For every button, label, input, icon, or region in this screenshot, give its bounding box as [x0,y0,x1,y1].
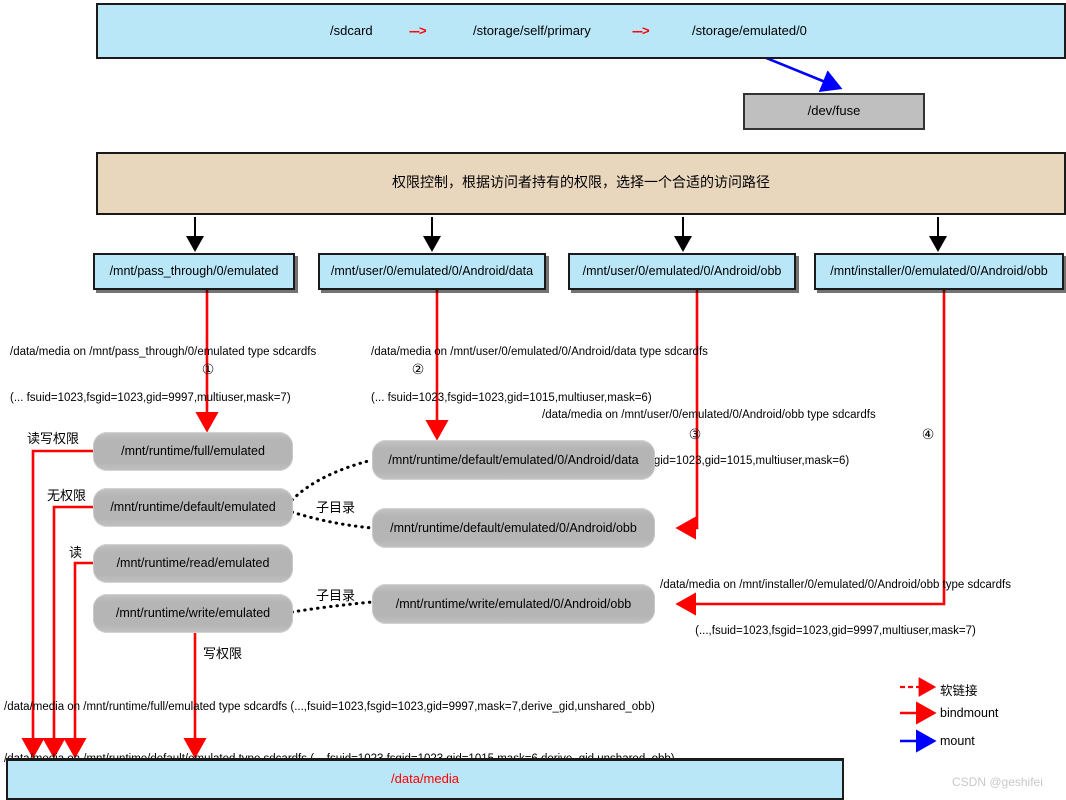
mnt-user-data-label: /mnt/user/0/emulated/0/Android/data [330,264,534,279]
runtime-write-box: /mnt/runtime/write/emulated [93,594,293,633]
runtime-read-label: /mnt/runtime/read/emulated [116,556,270,571]
label-read-write-permission: 读写权限 [27,432,80,447]
storage-self-primary-path: /storage/self/primary [473,22,591,38]
legend-bindmount-label: bindmount [940,706,999,720]
runtime-write-obb-label: /mnt/runtime/write/emulated/0/Android/ob… [395,596,632,611]
mount-note-installer-obb: /data/media on /mnt/installer/0/emulated… [660,548,1011,669]
symlink-arrow-2: ---> [632,22,650,38]
runtime-default-data-box: /mnt/runtime/default/emulated/0/Android/… [372,440,655,480]
runtime-full-label: /mnt/runtime/full/emulated [121,444,265,459]
mount-note-installer-obb-line2: (...,fsuid=1023,fsgid=1023,gid=9997,mult… [695,624,976,637]
runtime-default-label: /mnt/runtime/default/emulated [110,500,276,515]
permission-control-label: 权限控制，根据访问者持有的权限，选择一个合适的访问路径 [392,175,770,192]
label-subdir-2: 子目录 [316,589,356,604]
runtime-write-obb-box: /mnt/runtime/write/emulated/0/Android/ob… [372,584,655,624]
runtime-default-obb-label: /mnt/runtime/default/emulated/0/Android/… [390,520,637,535]
label-read-permission: 读 [69,546,83,561]
runtime-read-box: /mnt/runtime/read/emulated [93,544,293,583]
marker-1: ① [201,361,215,377]
data-media-label: /data/media [391,771,459,787]
dev-fuse-label: /dev/fuse [807,103,861,119]
mount-note-pass-through-line1: /data/media on /mnt/pass_through/0/emula… [10,346,317,359]
data-media-box: /data/media [6,758,844,800]
legend-mount-label: mount [940,734,975,748]
marker-3: ③ [688,426,702,442]
symlink-arrow-1: ---> [409,22,427,38]
mnt-pass-through-box: /mnt/pass_through/0/emulated [93,253,295,290]
mnt-user-data-box: /mnt/user/0/emulated/0/Android/data [318,253,546,290]
watermark: CSDN @geshifei [952,775,1043,789]
runtime-default-box: /mnt/runtime/default/emulated [93,488,293,527]
marker-2: ② [411,361,425,377]
mount-note-user-obb-line1: /data/media on /mnt/user/0/emulated/0/An… [542,409,876,422]
mnt-installer-obb-box: /mnt/installer/0/emulated/0/Android/obb [814,253,1064,290]
dev-fuse-box: /dev/fuse [743,93,925,130]
runtime-full-box: /mnt/runtime/full/emulated [93,432,293,471]
bottom-mount-note-full: /data/media on /mnt/runtime/full/emulate… [4,700,655,713]
runtime-default-obb-box: /mnt/runtime/default/emulated/0/Android/… [372,508,655,548]
diagram-canvas: /sdcard ---> /storage/self/primary ---> … [0,0,1066,800]
sdcard-path: /sdcard [330,22,373,38]
legend-symlink-label: 软链接 [940,684,978,698]
label-write-permission: 写权限 [203,647,243,662]
top-path-box: /sdcard ---> /storage/self/primary ---> … [96,3,1066,59]
marker-4: ④ [921,426,935,442]
mnt-user-obb-box: /mnt/user/0/emulated/0/Android/obb [568,253,796,290]
runtime-default-data-label: /mnt/runtime/default/emulated/0/Android/… [388,452,639,467]
mount-note-pass-through-line2: (... fsuid=1023,fsgid=1023,gid=9997,mult… [10,391,291,404]
storage-emulated-path: /storage/emulated/0 [692,22,807,38]
mnt-pass-through-label: /mnt/pass_through/0/emulated [109,264,279,279]
label-subdir-1: 子目录 [316,501,356,516]
mnt-installer-obb-label: /mnt/installer/0/emulated/0/Android/obb [830,264,1048,279]
mnt-user-obb-label: /mnt/user/0/emulated/0/Android/obb [582,264,782,279]
mount-note-pass-through: /data/media on /mnt/pass_through/0/emula… [10,315,316,436]
mount-note-user-data-line1: /data/media on /mnt/user/0/emulated/0/An… [371,346,708,359]
mount-note-installer-obb-line1: /data/media on /mnt/installer/0/emulated… [660,579,1011,592]
runtime-write-label: /mnt/runtime/write/emulated [115,606,271,621]
label-no-permission: 无权限 [47,489,87,504]
permission-control-box: 权限控制，根据访问者持有的权限，选择一个合适的访问路径 [96,152,1066,215]
mount-note-user-obb: /data/media on /mnt/user/0/emulated/0/An… [542,378,876,499]
